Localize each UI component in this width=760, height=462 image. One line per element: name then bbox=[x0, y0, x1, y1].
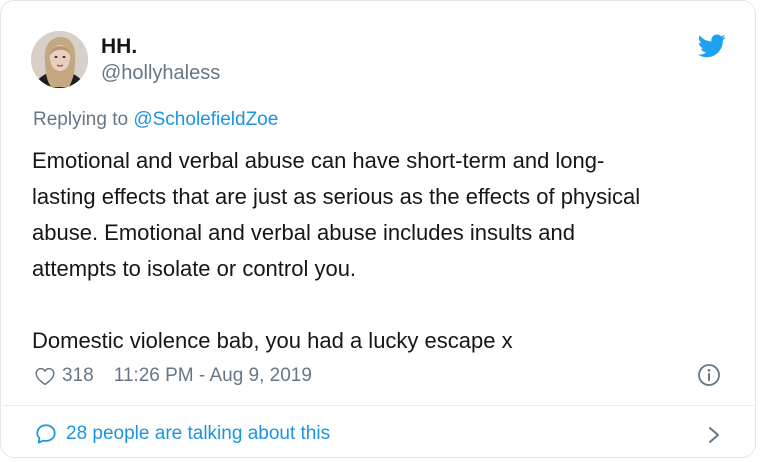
tweet-text: Emotional and verbal abuse can have shor… bbox=[32, 148, 641, 353]
avatar-photo bbox=[31, 31, 88, 88]
tweet-meta: 318 11:26 PM - Aug 9, 2019 bbox=[35, 362, 312, 390]
tweet-timestamp[interactable]: 11:26 PM - Aug 9, 2019 bbox=[114, 365, 312, 387]
reply-prefix: Replying to bbox=[33, 109, 134, 130]
twitter-bird-icon[interactable] bbox=[698, 34, 726, 58]
info-icon[interactable] bbox=[697, 363, 721, 387]
divider bbox=[2, 405, 754, 406]
avatar[interactable] bbox=[31, 31, 88, 88]
tweet-card: HH. @hollyhaless Replying to @Scholefiel… bbox=[0, 0, 756, 458]
speech-bubble-icon bbox=[36, 424, 56, 444]
user-handle[interactable]: @hollyhaless bbox=[101, 62, 220, 85]
like-count[interactable]: 318 bbox=[62, 365, 94, 387]
reply-context: Replying to @ScholefieldZoe bbox=[33, 109, 278, 131]
chevron-right-icon[interactable] bbox=[707, 424, 721, 446]
display-name[interactable]: HH. bbox=[101, 35, 137, 59]
conversation-count: 28 people are talking about this bbox=[66, 423, 331, 444]
reply-to-link[interactable]: @ScholefieldZoe bbox=[133, 109, 278, 130]
conversation-link[interactable]: 28 people are talking about this bbox=[35, 420, 330, 448]
heart-icon[interactable] bbox=[35, 367, 55, 386]
